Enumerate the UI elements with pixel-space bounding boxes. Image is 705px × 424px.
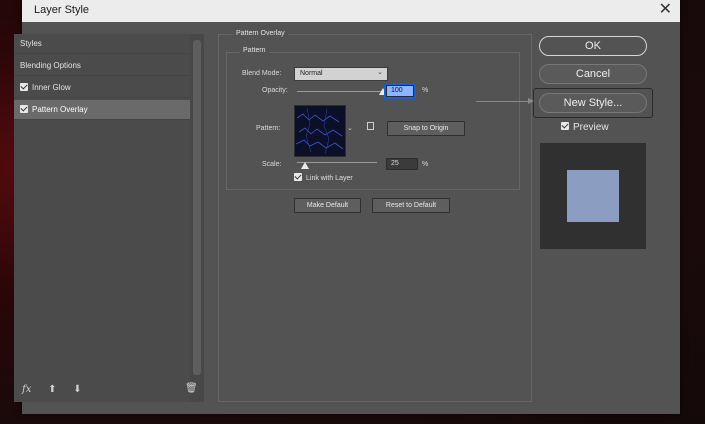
new-style-button[interactable]: New Style... [539, 93, 647, 113]
new-preset-icon[interactable] [367, 122, 374, 130]
link-with-layer-row[interactable]: Link with Layer [294, 173, 353, 182]
arrow-down-icon[interactable]: ⬇ [73, 384, 81, 395]
chevron-down-icon: ⌄ [377, 69, 383, 76]
styles-toolbar: fx ⬆ ⬇ [22, 384, 96, 395]
pattern-picker-chevron-icon[interactable]: ⌄ [347, 124, 353, 132]
opacity-input[interactable]: 100 [384, 83, 416, 99]
snap-to-origin-button[interactable]: Snap to Origin [387, 121, 465, 136]
style-item-checkbox[interactable] [20, 82, 28, 91]
arrow-up-icon[interactable]: ⬆ [48, 384, 56, 395]
ok-button[interactable]: OK [539, 36, 647, 56]
dialog-title: Layer Style [34, 4, 90, 16]
make-default-button[interactable]: Make Default [294, 198, 361, 213]
scale-input[interactable]: 25 [386, 158, 418, 170]
reset-to-default-button[interactable]: Reset to Default [372, 198, 450, 213]
style-item-styles[interactable]: Styles [14, 34, 190, 54]
opacity-slider[interactable] [297, 91, 383, 92]
blend-mode-select[interactable]: Normal ⌄ [294, 67, 388, 81]
link-with-layer-label: Link with Layer [306, 174, 353, 182]
style-item-label: Blending Options [20, 61, 81, 70]
scrollbar-thumb[interactable] [193, 40, 201, 375]
link-with-layer-checkbox[interactable] [294, 173, 302, 181]
pattern-label: Pattern: [256, 125, 281, 132]
style-item-label: Styles [20, 39, 42, 48]
style-item-label: Pattern Overlay [32, 105, 88, 114]
pattern-group-title: Pattern [240, 47, 269, 54]
style-item-inner-glow[interactable]: Inner Glow [14, 78, 190, 98]
style-item-checkbox[interactable] [20, 104, 28, 113]
close-icon[interactable]: ✕ [659, 1, 672, 19]
title-bar: Layer Style ✕ [22, 0, 680, 22]
scale-slider[interactable] [297, 162, 377, 163]
scale-label: Scale: [262, 161, 282, 168]
style-item-label: Inner Glow [32, 83, 71, 92]
scale-slider-thumb[interactable] [301, 162, 309, 169]
blend-mode-label: Blend Mode: [242, 70, 282, 77]
pattern-swatch[interactable] [294, 105, 346, 157]
trash-icon[interactable]: 🗑 [185, 383, 198, 394]
scale-percent: % [422, 161, 429, 168]
cancel-button[interactable]: Cancel [539, 64, 647, 84]
preview-label: Preview [573, 122, 609, 133]
preview-swatch [567, 170, 619, 222]
preview-row[interactable]: Preview [561, 122, 609, 133]
pointer-arrow-line [476, 101, 532, 102]
style-item-blending-options[interactable]: Blending Options [14, 56, 190, 76]
opacity-percent: % [422, 87, 429, 94]
preview-checkbox[interactable] [561, 122, 569, 131]
opacity-label: Opacity: [262, 87, 288, 94]
style-item-pattern-overlay[interactable]: Pattern Overlay [14, 100, 190, 120]
blend-mode-value: Normal [300, 70, 323, 77]
pointer-arrow-head-icon [528, 98, 534, 104]
fx-icon[interactable]: fx [22, 384, 31, 395]
section-title: Pattern Overlay [233, 30, 288, 37]
